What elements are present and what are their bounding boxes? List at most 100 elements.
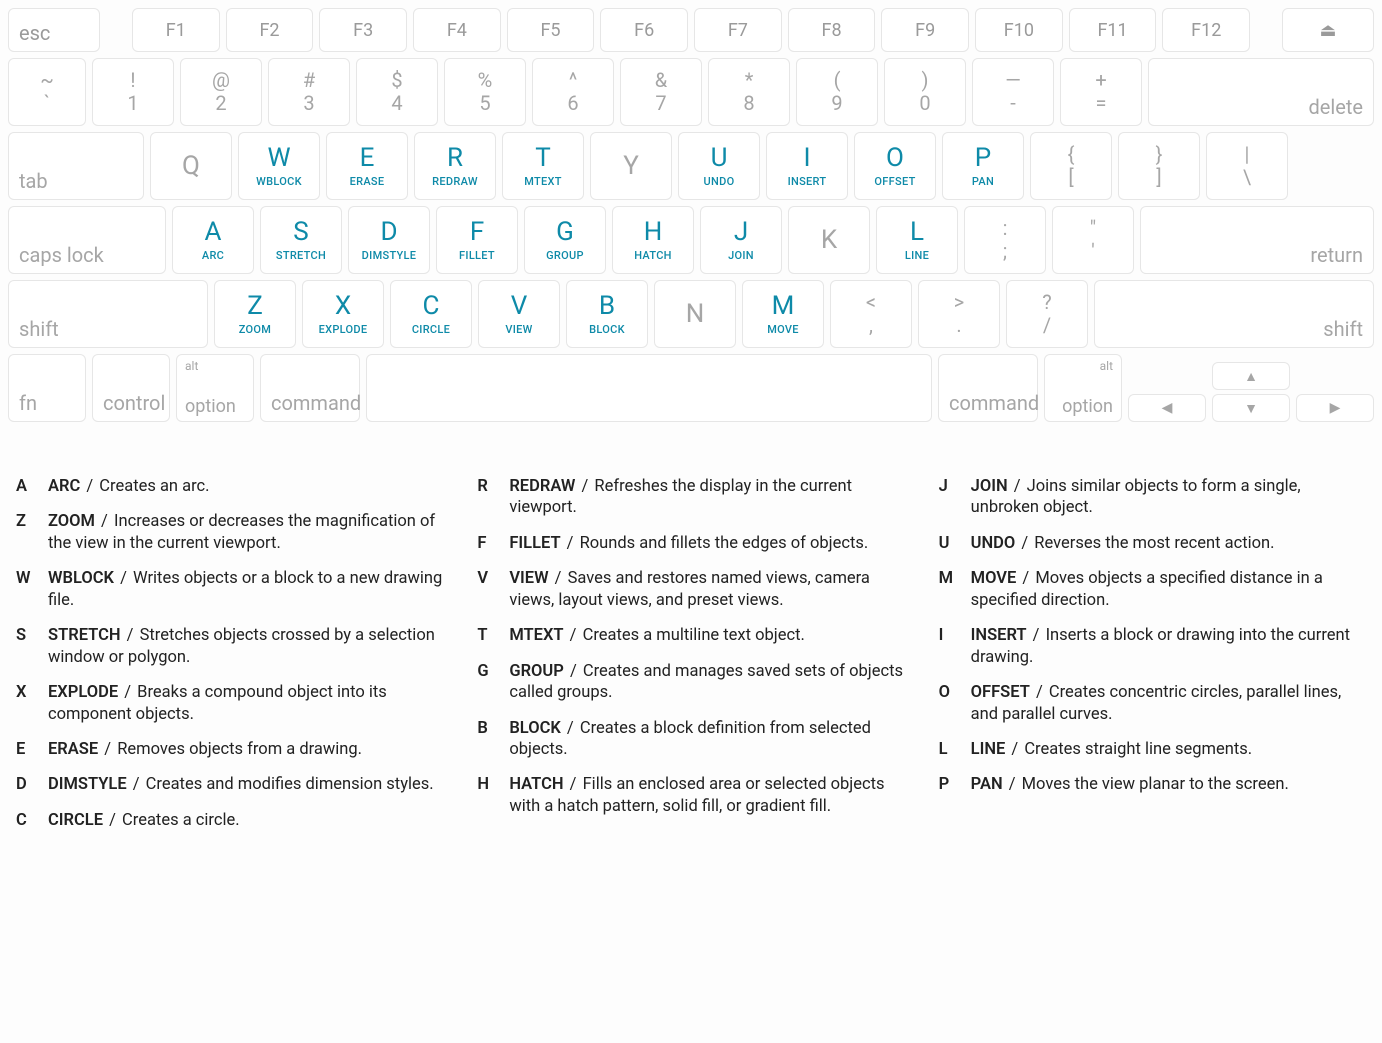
key-delete[interactable]: delete	[1148, 58, 1374, 126]
key-tab[interactable]: tab	[8, 132, 144, 200]
key-h[interactable]: HHATCH	[612, 206, 694, 274]
key-f10[interactable]: F10	[975, 8, 1063, 52]
key-eject[interactable]: ⏏	[1282, 8, 1374, 52]
key-command-label: GROUP	[546, 249, 584, 262]
key-w[interactable]: WWBLOCK	[238, 132, 320, 200]
key-=[interactable]: +=	[1060, 58, 1142, 126]
key-8[interactable]: *8	[708, 58, 790, 126]
key-f4[interactable]: F4	[413, 8, 501, 52]
key-slash[interactable]: ?/	[1006, 280, 1088, 348]
key-control[interactable]: control	[92, 354, 170, 422]
legend-item-w: WWBLOCK / Writes objects or a block to a…	[16, 568, 443, 611]
key-letter: A	[205, 219, 222, 245]
key-o[interactable]: OOFFSET	[854, 132, 936, 200]
key-c[interactable]: CCIRCLE	[390, 280, 472, 348]
key-spacebar[interactable]	[366, 354, 932, 422]
key-f8[interactable]: F8	[788, 8, 876, 52]
key-f3[interactable]: F3	[319, 8, 407, 52]
key-f2[interactable]: F2	[226, 8, 314, 52]
key-r[interactable]: RREDRAW	[414, 132, 496, 200]
row-home: caps lock AARCSSTRETCHDDIMSTYLEFFILLETGG…	[8, 206, 1374, 274]
key-command-label: JOIN	[728, 249, 754, 262]
key-return[interactable]: return	[1140, 206, 1374, 274]
key-arrow-left[interactable]: ◀	[1128, 394, 1206, 422]
legend-text: FILLET / Rounds and fillets the edges of…	[509, 533, 868, 554]
key-arrow-down[interactable]: ▼	[1212, 394, 1290, 422]
key-letter: W	[267, 145, 290, 171]
legend-text: EXPLODE / Breaks a compound object into …	[48, 682, 443, 725]
key-l[interactable]: LLINE	[876, 206, 958, 274]
key-0[interactable]: )0	[884, 58, 966, 126]
key-shift-right[interactable]: shift	[1094, 280, 1374, 348]
key-comma[interactable]: <,	[830, 280, 912, 348]
key-7[interactable]: &7	[620, 58, 702, 126]
key-p[interactable]: PPAN	[942, 132, 1024, 200]
key-z[interactable]: ZZOOM	[214, 280, 296, 348]
key-command-right[interactable]: command	[938, 354, 1038, 422]
key-arrow-up[interactable]: ▲	[1212, 362, 1290, 390]
key-3[interactable]: #3	[268, 58, 350, 126]
key-u[interactable]: UUNDO	[678, 132, 760, 200]
key-1[interactable]: !1	[92, 58, 174, 126]
key-f[interactable]: FFILLET	[436, 206, 518, 274]
key-v[interactable]: VVIEW	[478, 280, 560, 348]
key-letter: O	[886, 145, 904, 171]
legend-key: U	[939, 533, 957, 554]
key-quote[interactable]: "'	[1052, 206, 1134, 274]
legend-key: S	[16, 625, 34, 668]
legend-item-u: UUNDO / Reverses the most recent action.	[939, 533, 1366, 554]
key-capslock[interactable]: caps lock	[8, 206, 166, 274]
key-bracket-left[interactable]: {[	[1030, 132, 1112, 200]
key-2[interactable]: @2	[180, 58, 262, 126]
key-4[interactable]: $4	[356, 58, 438, 126]
key-option-right[interactable]: alt option	[1044, 354, 1122, 422]
key-x[interactable]: X EXPLODE	[302, 280, 384, 348]
key-k[interactable]: K	[788, 206, 870, 274]
key-q[interactable]: Q	[150, 132, 232, 200]
key-command-label: BLOCK	[589, 323, 625, 336]
key-i[interactable]: IINSERT	[766, 132, 848, 200]
legend-text: BLOCK / Creates a block definition from …	[509, 718, 904, 761]
key-f6[interactable]: F6	[600, 8, 688, 52]
key-n[interactable]: N	[654, 280, 736, 348]
key-f5[interactable]: F5	[507, 8, 595, 52]
key-command-label: EXPLODE	[319, 323, 368, 336]
key-shift-left[interactable]: shift	[8, 280, 208, 348]
key-option-left[interactable]: alt option	[176, 354, 254, 422]
key-j[interactable]: JJOIN	[700, 206, 782, 274]
key-g[interactable]: GGROUP	[524, 206, 606, 274]
key-5[interactable]: %5	[444, 58, 526, 126]
key-s[interactable]: SSTRETCH	[260, 206, 342, 274]
key-e[interactable]: EERASE	[326, 132, 408, 200]
key-letter: Q	[182, 153, 200, 179]
key-9[interactable]: (9	[796, 58, 878, 126]
key-f12[interactable]: F12	[1162, 8, 1250, 52]
key--[interactable]: —-	[972, 58, 1054, 126]
legend-text: PAN / Moves the view planar to the scree…	[971, 774, 1289, 795]
key-esc[interactable]: esc	[8, 8, 100, 52]
key-f11[interactable]: F11	[1069, 8, 1157, 52]
key-command-left[interactable]: command	[260, 354, 360, 422]
key-period[interactable]: >.	[918, 280, 1000, 348]
key-t[interactable]: TMTEXT	[502, 132, 584, 200]
key-command-label: FILLET	[459, 249, 495, 262]
key-y[interactable]: Y	[590, 132, 672, 200]
key-a[interactable]: AARC	[172, 206, 254, 274]
label-alt: alt	[1100, 359, 1113, 373]
key-fn[interactable]: fn	[8, 354, 86, 422]
key-letter: X	[335, 293, 351, 319]
key-f1[interactable]: F1	[132, 8, 220, 52]
key-b[interactable]: BBLOCK	[566, 280, 648, 348]
key-bracket-right[interactable]: }]	[1118, 132, 1200, 200]
key-semicolon[interactable]: :;	[964, 206, 1046, 274]
key-arrow-right[interactable]: ▶	[1296, 394, 1374, 422]
key-d[interactable]: DDIMSTYLE	[348, 206, 430, 274]
legend-key: L	[939, 739, 957, 760]
key-backtick[interactable]: ~ `	[8, 58, 86, 126]
key-m[interactable]: MMOVE	[742, 280, 824, 348]
key-6[interactable]: ^6	[532, 58, 614, 126]
key-backslash[interactable]: |\	[1206, 132, 1288, 200]
legend-item-p: PPAN / Moves the view planar to the scre…	[939, 774, 1366, 795]
key-f7[interactable]: F7	[694, 8, 782, 52]
key-f9[interactable]: F9	[881, 8, 969, 52]
